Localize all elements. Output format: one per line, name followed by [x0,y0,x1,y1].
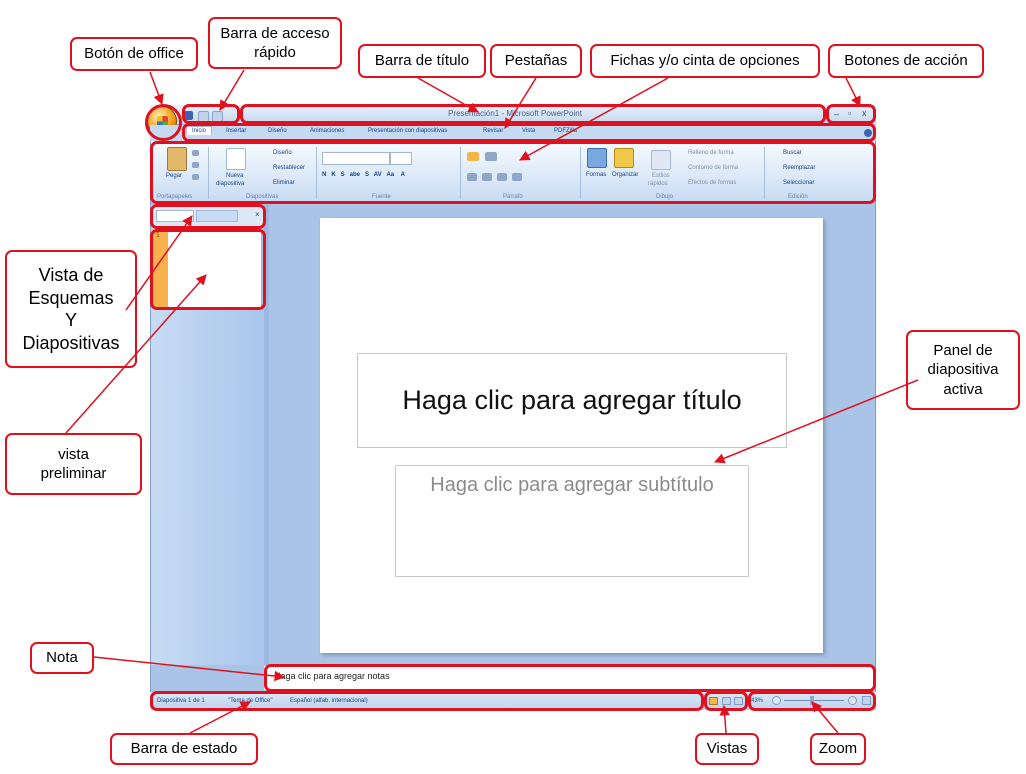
arrow-action-buttons [845,77,861,107]
arrow-note [93,656,286,682]
arrow-views [719,704,730,734]
arrow-quick-access [219,69,245,111]
arrow-active-slide [714,379,919,464]
arrow-ribbon [519,77,669,161]
annotation-arrows [65,69,919,734]
arrow-outline-view [125,215,193,311]
arrow-status-bar [189,701,251,734]
arrow-title-bar [417,77,479,113]
arrow-tabs [504,77,537,129]
arrow-preview [65,274,207,434]
arrow-zoom [811,701,839,734]
arrow-office-button [149,71,164,105]
